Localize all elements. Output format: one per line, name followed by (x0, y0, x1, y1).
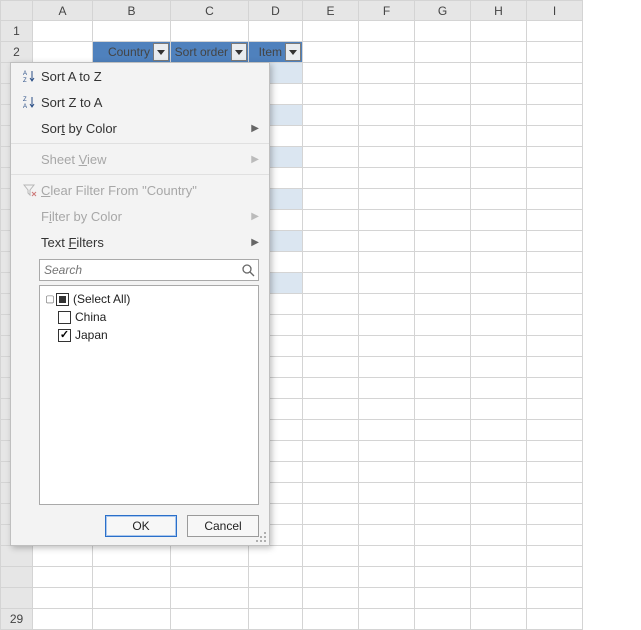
submenu-arrow-icon: ▶ (251, 211, 259, 222)
col-header[interactable]: H (471, 1, 527, 21)
search-icon (238, 263, 258, 277)
checkbox-indeterminate[interactable] (56, 293, 69, 306)
filter-item[interactable]: China (44, 308, 254, 326)
table-header-label: Sort order (175, 45, 228, 59)
col-header[interactable]: F (359, 1, 415, 21)
filter-dropdown-icon[interactable] (231, 43, 247, 61)
checkbox-unchecked[interactable] (58, 311, 71, 324)
clear-filter-icon (19, 183, 41, 197)
filter-dropdown-icon[interactable] (153, 43, 169, 61)
select-all-corner[interactable] (1, 1, 33, 21)
resize-grip-icon[interactable] (255, 531, 267, 543)
filter-item-label: Japan (75, 328, 108, 342)
menu-label: Sort Z to A (41, 95, 259, 110)
menu-label: Sort A to Z (41, 69, 259, 84)
svg-text:A: A (23, 104, 27, 109)
text-filters[interactable]: Text Filters ▶ (11, 229, 269, 255)
filter-item[interactable]: Japan (44, 326, 254, 344)
sort-az-icon: AZ (19, 69, 41, 83)
cancel-button[interactable]: Cancel (187, 515, 259, 537)
autofilter-popup: AZ Sort A to Z ZA Sort Z to A Sort by Co… (10, 62, 270, 546)
menu-label: Sort by Color (41, 121, 251, 136)
table-header-label: Country (108, 45, 150, 59)
filter-item-label: (Select All) (73, 292, 130, 306)
menu-label: Filter by Color (41, 209, 251, 224)
ok-button[interactable]: OK (105, 515, 177, 537)
sort-descending[interactable]: ZA Sort Z to A (11, 89, 269, 115)
filter-item-select-all[interactable]: ▢ (Select All) (44, 290, 254, 308)
filter-dropdown-icon[interactable] (285, 43, 301, 61)
col-header[interactable]: I (527, 1, 583, 21)
menu-label: Sheet View (41, 152, 251, 167)
sort-za-icon: ZA (19, 95, 41, 109)
row-header[interactable]: 2 (1, 42, 33, 63)
clear-filter: Clear Filter From "Country" (11, 177, 269, 203)
svg-text:Z: Z (23, 78, 27, 83)
filter-item-label: China (75, 310, 106, 324)
col-header[interactable]: C (171, 1, 249, 21)
col-header[interactable]: G (415, 1, 471, 21)
table-header-item[interactable]: Item (249, 42, 303, 63)
filter-values-list[interactable]: ▢ (Select All) China Japan (39, 285, 259, 505)
col-header[interactable]: E (303, 1, 359, 21)
row-header[interactable]: 1 (1, 21, 33, 42)
col-header[interactable]: A (33, 1, 93, 21)
svg-text:Z: Z (23, 97, 27, 103)
row-header[interactable]: 29 (1, 609, 33, 630)
table-header-sort-order[interactable]: Sort order (171, 42, 249, 63)
menu-label: Text Filters (41, 235, 251, 250)
svg-text:A: A (23, 71, 27, 77)
table-header-country[interactable]: Country (93, 42, 171, 63)
search-input[interactable] (40, 263, 238, 277)
filter-by-color: Filter by Color ▶ (11, 203, 269, 229)
sort-by-color[interactable]: Sort by Color ▶ (11, 115, 269, 141)
submenu-arrow-icon: ▶ (251, 154, 259, 165)
table-header-label: Item (259, 45, 282, 59)
sort-ascending[interactable]: AZ Sort A to Z (11, 63, 269, 89)
checkbox-checked[interactable] (58, 329, 71, 342)
filter-search-box[interactable] (39, 259, 259, 281)
submenu-arrow-icon: ▶ (251, 123, 259, 134)
col-header[interactable]: D (249, 1, 303, 21)
submenu-arrow-icon: ▶ (251, 237, 259, 248)
col-header[interactable]: B (93, 1, 171, 21)
expand-collapse-icon[interactable]: ▢ (44, 294, 56, 305)
sheet-view: Sheet View ▶ (11, 146, 269, 172)
menu-label: Clear Filter From "Country" (41, 183, 259, 198)
